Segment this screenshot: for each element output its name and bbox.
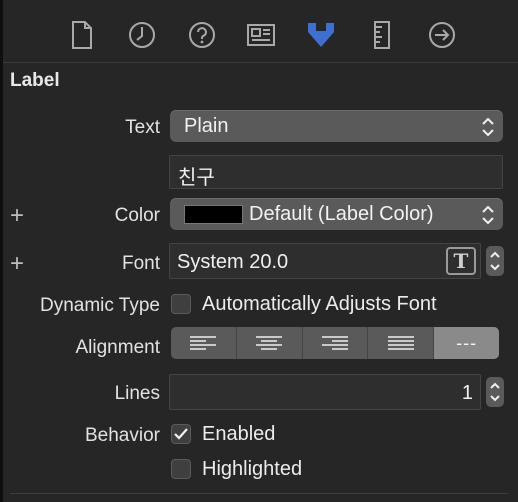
chevron-up-icon[interactable] bbox=[490, 250, 500, 260]
dynamic-type-label: Dynamic Type bbox=[39, 295, 160, 316]
lines-value: 1 bbox=[461, 382, 473, 404]
chevron-updown-icon bbox=[482, 205, 494, 225]
chevron-up-icon[interactable] bbox=[490, 381, 500, 391]
align-left-button[interactable] bbox=[171, 327, 237, 359]
chevron-updown-icon bbox=[482, 117, 494, 137]
highlighted-checkbox-label: Highlighted bbox=[202, 458, 303, 480]
highlighted-checkbox[interactable] bbox=[171, 459, 191, 479]
color-label: Color bbox=[114, 205, 160, 226]
align-right-icon bbox=[321, 336, 348, 350]
font-t-icon: T bbox=[453, 249, 469, 273]
color-swatch bbox=[184, 205, 243, 224]
alignment-segmented-control: --- bbox=[171, 327, 499, 359]
align-center-button[interactable] bbox=[237, 327, 303, 359]
history-icon[interactable] bbox=[124, 17, 160, 53]
font-field: System 20.0 T bbox=[169, 243, 481, 279]
behavior-label: Behavior bbox=[85, 425, 160, 446]
attributes-icon[interactable] bbox=[303, 17, 339, 53]
inspector-toolbar bbox=[3, 0, 518, 63]
font-size-stepper[interactable] bbox=[486, 246, 504, 276]
identity-icon[interactable] bbox=[243, 17, 279, 53]
section-divider bbox=[10, 493, 508, 494]
text-label: Text bbox=[125, 117, 160, 138]
section-title: Label bbox=[10, 70, 60, 91]
enabled-checkbox-label: Enabled bbox=[202, 423, 276, 445]
color-value: Default (Label Color) bbox=[249, 203, 434, 225]
chevron-down-icon[interactable] bbox=[490, 393, 500, 403]
text-type-popup[interactable]: Plain bbox=[170, 110, 503, 142]
add-font-variation-button[interactable]: + bbox=[10, 252, 24, 276]
connections-icon[interactable] bbox=[424, 17, 460, 53]
chevron-down-icon[interactable] bbox=[490, 262, 500, 272]
add-color-variation-button[interactable]: + bbox=[10, 204, 24, 228]
dynamic-type-checkbox[interactable] bbox=[171, 294, 191, 314]
align-left-icon bbox=[190, 336, 217, 350]
color-popup[interactable]: Default (Label Color) bbox=[170, 198, 503, 230]
size-icon[interactable] bbox=[364, 17, 400, 53]
file-icon[interactable] bbox=[64, 17, 100, 53]
text-content-value: 친구 bbox=[178, 167, 215, 189]
align-natural-icon: --- bbox=[456, 332, 478, 353]
lines-label: Lines bbox=[114, 383, 160, 404]
text-content-field[interactable]: 친구 bbox=[169, 155, 503, 189]
font-value: System 20.0 bbox=[177, 251, 289, 273]
align-natural-button[interactable]: --- bbox=[434, 327, 499, 359]
help-icon[interactable] bbox=[184, 17, 220, 53]
font-picker-button[interactable]: T bbox=[446, 247, 476, 275]
lines-field[interactable]: 1 bbox=[169, 374, 481, 410]
panel-edge bbox=[0, 0, 3, 502]
font-label: Font bbox=[121, 253, 160, 274]
enabled-checkbox[interactable] bbox=[171, 424, 191, 444]
align-right-button[interactable] bbox=[303, 327, 369, 359]
lines-stepper[interactable] bbox=[486, 377, 504, 407]
alignment-label: Alignment bbox=[75, 337, 161, 358]
dynamic-type-checkbox-label: Automatically Adjusts Font bbox=[202, 293, 437, 315]
align-justified-icon bbox=[387, 336, 414, 350]
align-justified-button[interactable] bbox=[368, 327, 435, 359]
text-type-value: Plain bbox=[184, 115, 229, 137]
align-center-icon bbox=[256, 336, 283, 350]
checkmark-icon bbox=[174, 428, 188, 440]
